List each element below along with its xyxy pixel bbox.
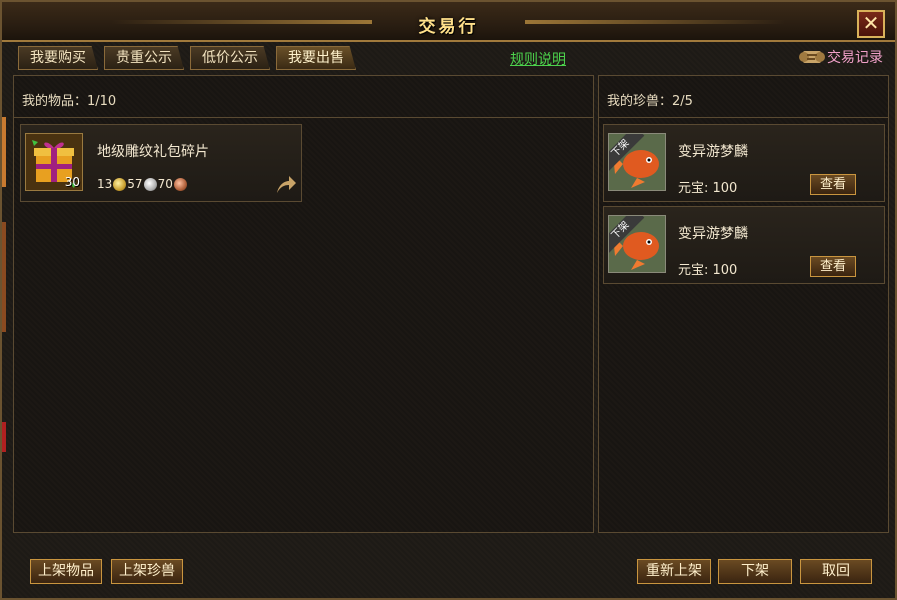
- trade-record-label: 交易记录: [827, 50, 883, 66]
- item-card[interactable]: 30 地级雕纹礼包碎片 13 57 70: [20, 124, 302, 202]
- silver-coin-icon: [143, 177, 157, 191]
- relist-button[interactable]: 重新上架: [637, 559, 711, 584]
- view-button[interactable]: 查看: [810, 174, 856, 195]
- item-price: 13 57 70: [97, 177, 188, 191]
- list-pet-button[interactable]: 上架珍兽: [111, 559, 183, 584]
- item-name: 地级雕纹礼包碎片: [97, 144, 209, 160]
- tab-lowprice-notice[interactable]: 低价公示: [190, 46, 270, 70]
- pet-card[interactable]: 下架 变异游梦麟 元宝: 100 查看: [603, 206, 885, 284]
- rules-link[interactable]: 规则说明: [510, 49, 566, 69]
- trade-record-link[interactable]: 交易记录: [799, 46, 883, 68]
- price-copper-value: 70: [157, 177, 173, 191]
- pet-name: 变异游梦麟: [678, 144, 748, 160]
- view-button[interactable]: 查看: [810, 256, 856, 277]
- gift-box-icon: 30: [25, 133, 83, 191]
- tab-sell[interactable]: 我要出售: [276, 46, 356, 70]
- fish-pet-icon: 下架: [608, 215, 666, 273]
- copper-coin-icon: [173, 177, 187, 191]
- share-arrow-icon[interactable]: [275, 175, 297, 195]
- pet-card[interactable]: 下架 变异游梦麟 元宝: 100 查看: [603, 124, 885, 202]
- title-bar: 交易行 ✕: [2, 2, 895, 42]
- side-decoration: [2, 422, 6, 452]
- price-silver-value: 57: [127, 177, 143, 191]
- delist-button[interactable]: 下架: [718, 559, 792, 584]
- my-items-header: 我的物品：1/10: [14, 76, 593, 118]
- item-stack-count: 30: [64, 175, 80, 189]
- price-gold-value: 13: [97, 177, 113, 191]
- side-decoration: [2, 222, 6, 332]
- my-pets-panel: 我的珍兽：2/5 下架 变异游梦麟 元宝: 100 查看 下架 变异游梦麟 元宝…: [598, 75, 889, 533]
- trading-house-window: 交易行 ✕ 我要购买 贵重公示 低价公示 我要出售 规则说明 交易记录 我的物品…: [0, 0, 897, 600]
- scroll-icon: [799, 51, 825, 63]
- close-button[interactable]: ✕: [857, 10, 885, 38]
- pet-name: 变异游梦麟: [678, 226, 748, 242]
- pet-price: 元宝: 100: [678, 181, 738, 196]
- my-pets-header: 我的珍兽：2/5: [599, 76, 888, 118]
- list-item-button[interactable]: 上架物品: [30, 559, 102, 584]
- pet-price: 元宝: 100: [678, 263, 738, 278]
- tab-valuable-notice[interactable]: 贵重公示: [104, 46, 184, 70]
- gold-coin-icon: [113, 177, 127, 191]
- my-items-panel: 我的物品：1/10 30 地级雕纹礼包碎片 13 57 70: [13, 75, 594, 533]
- side-decoration: [2, 117, 6, 187]
- fish-pet-icon: 下架: [608, 133, 666, 191]
- tab-buy[interactable]: 我要购买: [18, 46, 98, 70]
- window-title: 交易行: [418, 17, 479, 37]
- tab-bar: 我要购买 贵重公示 低价公示 我要出售: [18, 46, 356, 70]
- retrieve-button[interactable]: 取回: [800, 559, 872, 584]
